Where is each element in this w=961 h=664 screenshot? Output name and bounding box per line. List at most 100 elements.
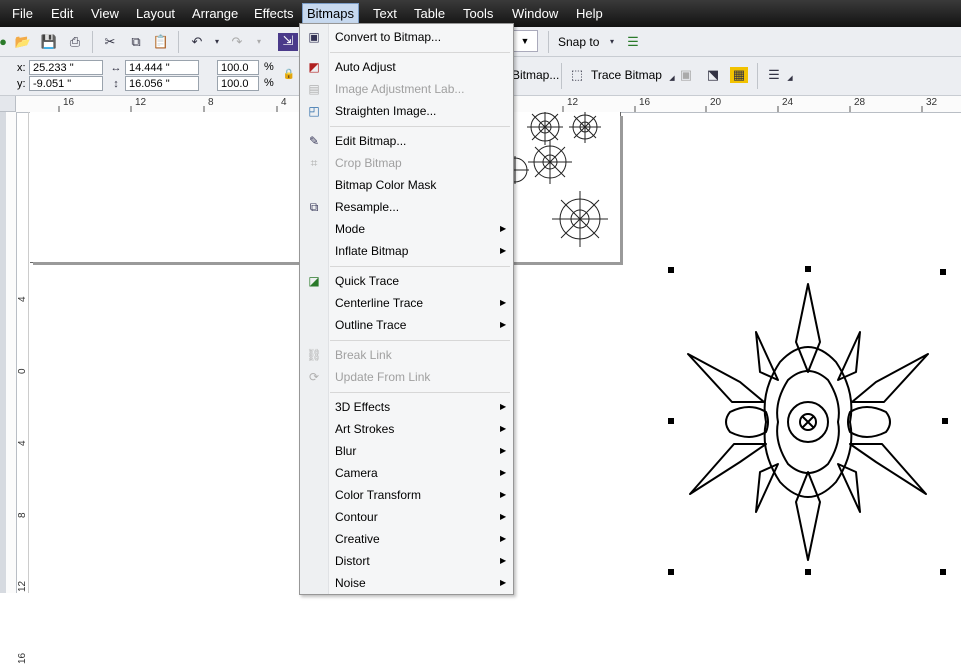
submenu-arrow-icon: ▶ <box>500 490 507 499</box>
menu-item-camera[interactable]: Camera <box>335 464 378 482</box>
trace-bitmap-icon[interactable]: ⬚ <box>568 67 586 83</box>
import-icon[interactable]: ⇲ <box>278 33 298 51</box>
menu-item-color-transform[interactable]: Color Transform <box>335 486 421 504</box>
color-mask-icon[interactable]: ▦ <box>730 67 748 83</box>
wrap-dropdown-icon[interactable]: ◢ <box>781 71 799 87</box>
menu-table[interactable]: Table <box>414 6 445 21</box>
selected-snowflake[interactable] <box>660 262 961 582</box>
selection-handle[interactable] <box>805 569 811 575</box>
menu-item-outline-trace[interactable]: Outline Trace <box>335 316 406 334</box>
menu-tools[interactable]: Tools <box>463 6 493 21</box>
toolbox[interactable] <box>0 112 6 593</box>
undo-icon[interactable]: ↶ <box>188 34 206 50</box>
menu-item-update-from-link[interactable]: Update From Link <box>335 368 430 386</box>
selection-handle[interactable] <box>668 418 674 424</box>
menu-item-edit-bitmap[interactable]: Edit Bitmap... <box>335 132 406 150</box>
menu-layout[interactable]: Layout <box>136 6 175 21</box>
menu-item-break-link[interactable]: Break Link <box>335 346 392 364</box>
menu-item-art-strokes[interactable]: Art Strokes <box>335 420 394 438</box>
menu-item-centerline-trace[interactable]: Centerline Trace <box>335 294 423 312</box>
menu-edit[interactable]: Edit <box>51 6 73 21</box>
zoom-dropdown[interactable]: ▼ <box>512 30 538 52</box>
bitmap-thumbnails[interactable] <box>510 112 620 262</box>
menu-item-mode[interactable]: Mode <box>335 220 365 238</box>
ruler-tick-label: 4 <box>17 296 28 302</box>
height-icon: ↕ <box>113 78 119 90</box>
crop-bitmap-icon: ⌗ <box>310 156 318 170</box>
open-icon[interactable]: 📂 <box>14 34 32 50</box>
selection-handle[interactable] <box>668 569 674 575</box>
menu-item-straighten-image[interactable]: Straighten Image... <box>335 102 436 120</box>
copy-icon[interactable]: ⧉ <box>127 34 145 50</box>
menu-separator <box>330 340 510 341</box>
paste-icon[interactable]: 📋 <box>152 34 170 50</box>
submenu-arrow-icon: ▶ <box>500 246 507 255</box>
snap-to-button[interactable]: Snap to <box>558 35 599 49</box>
menu-item-3d-effects[interactable]: 3D Effects <box>335 398 390 416</box>
toolbar-divider <box>92 31 93 53</box>
trace-bitmap-button[interactable]: Trace Bitmap <box>591 68 662 82</box>
menu-arrange[interactable]: Arrange <box>192 6 238 21</box>
submenu-arrow-icon: ▶ <box>500 424 507 433</box>
menu-separator <box>330 126 510 127</box>
menu-item-blur[interactable]: Blur <box>335 442 356 460</box>
ruler-origin[interactable] <box>0 96 16 112</box>
node-edit-icon[interactable]: ⬔ <box>704 67 722 83</box>
toolbar-divider <box>561 63 562 89</box>
selection-handle[interactable] <box>940 269 946 275</box>
menu-window[interactable]: Window <box>512 6 558 21</box>
selection-handle[interactable] <box>942 418 948 424</box>
selection-handle[interactable] <box>940 569 946 575</box>
menu-item-noise[interactable]: Noise <box>335 574 366 592</box>
redo-icon[interactable]: ↷ <box>228 34 246 50</box>
save-icon[interactable]: 💾 <box>40 34 58 50</box>
cut-icon[interactable]: ✂ <box>101 34 119 50</box>
ruler-tick-label: 0 <box>17 368 28 374</box>
menu-bitmaps[interactable]: Bitmaps <box>302 3 359 24</box>
width-icon: ↔ <box>110 62 122 74</box>
undo-dropdown-icon[interactable]: ▾ <box>208 34 226 50</box>
menu-item-convert-to-bitmap[interactable]: Convert to Bitmap... <box>335 28 441 46</box>
x-position-field[interactable]: 25.233 " <box>29 60 103 75</box>
new-icon[interactable]: ● <box>0 34 12 50</box>
resample-icon: ⧉ <box>309 200 319 214</box>
menu-item-image-adjustment-lab[interactable]: Image Adjustment Lab... <box>335 80 464 98</box>
menu-separator <box>330 266 510 267</box>
options-icon[interactable]: ☰ <box>624 34 642 50</box>
selection-handle[interactable] <box>668 267 674 273</box>
menu-item-contour[interactable]: Contour <box>335 508 378 526</box>
toolbar-divider <box>178 31 179 53</box>
menu-item-auto-adjust[interactable]: Auto Adjust <box>335 58 396 76</box>
image-adjustment-icon: ▤ <box>308 82 320 96</box>
submenu-arrow-icon: ▶ <box>500 468 507 477</box>
submenu-arrow-icon: ▶ <box>500 512 507 521</box>
height-field[interactable]: 16.056 " <box>125 76 199 91</box>
snap-to-dropdown-icon[interactable]: ▾ <box>603 34 621 50</box>
menu-help[interactable]: Help <box>576 6 603 21</box>
menu-item-distort[interactable]: Distort <box>335 552 370 570</box>
menu-view[interactable]: View <box>91 6 119 21</box>
width-field[interactable]: 14.444 " <box>125 60 199 75</box>
menu-item-creative[interactable]: Creative <box>335 530 380 548</box>
menu-text[interactable]: Text <box>373 6 397 21</box>
lock-ratio-icon[interactable]: 🔒 <box>280 67 298 83</box>
submenu-arrow-icon: ▶ <box>500 534 507 543</box>
menu-item-resample[interactable]: Resample... <box>335 198 399 216</box>
ruler-tick-label: 8 <box>17 512 28 518</box>
print-icon[interactable]: ⎙ <box>66 34 84 50</box>
y-position-field[interactable]: -9.051 " <box>29 76 103 91</box>
menu-item-bitmap-color-mask[interactable]: Bitmap Color Mask <box>335 176 436 194</box>
ruler-tick-label: 4 <box>17 440 28 446</box>
selection-handle[interactable] <box>805 266 811 272</box>
menu-item-quick-trace[interactable]: Quick Trace <box>335 272 399 290</box>
scale-width-field[interactable]: 100.0 <box>217 60 259 75</box>
bitmap-button[interactable]: Bitmap... <box>512 68 559 82</box>
menu-effects[interactable]: Effects <box>254 6 294 21</box>
page-border <box>28 112 29 593</box>
menu-file[interactable]: File <box>12 6 33 21</box>
scale-height-field[interactable]: 100.0 <box>217 76 259 91</box>
menu-item-crop-bitmap[interactable]: Crop Bitmap <box>335 154 402 172</box>
redo-dropdown-icon[interactable]: ▾ <box>250 34 268 50</box>
crop-icon[interactable]: ▣ <box>677 67 695 83</box>
menu-item-inflate-bitmap[interactable]: Inflate Bitmap <box>335 242 408 260</box>
